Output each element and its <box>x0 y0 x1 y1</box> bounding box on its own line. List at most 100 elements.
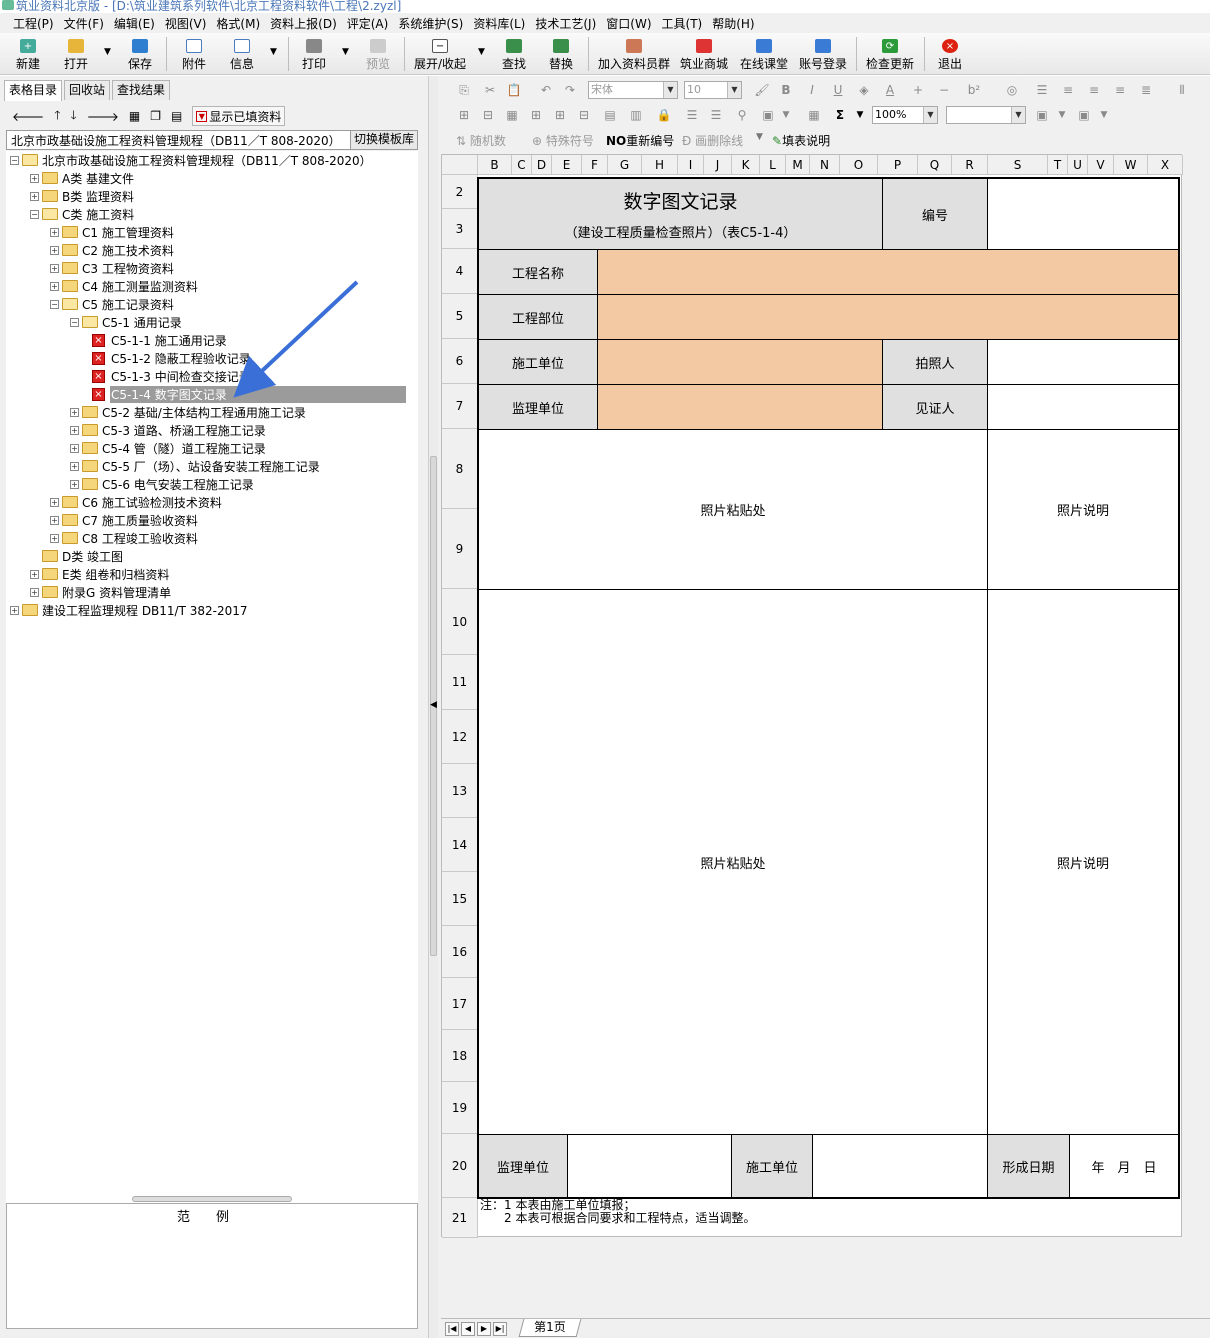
menu-project[interactable]: 工程(P) <box>8 15 59 32</box>
photo-area-1[interactable]: 照片粘贴处 <box>478 429 988 590</box>
calc-icon[interactable]: ▦ <box>806 107 822 123</box>
photographer-input[interactable] <box>987 339 1179 385</box>
menu-view[interactable]: 视图(V) <box>160 15 212 32</box>
column-header[interactable]: V <box>1088 155 1114 175</box>
collapse-toggle-icon[interactable]: − <box>30 209 39 219</box>
column-header[interactable]: L <box>760 155 786 175</box>
construction-unit-input[interactable] <box>597 339 883 385</box>
sheet-tab-page-1[interactable]: 第1页 <box>518 1319 582 1337</box>
menu-tools[interactable]: 工具(T) <box>657 15 708 32</box>
strike-dropdown-icon[interactable]: ▼ <box>756 132 763 142</box>
fill-icon[interactable]: ▤ <box>602 107 618 123</box>
row-header[interactable]: 17 <box>442 978 478 1030</box>
tree-leaf-item[interactable]: × C5-1-2 隐蔽工程验收记录 <box>90 349 252 367</box>
info-dropdown-arrow[interactable]: ▼ <box>270 47 277 57</box>
row-header[interactable]: 15 <box>442 872 478 926</box>
prev-sheet-icon[interactable]: ◀ <box>461 1322 475 1336</box>
find-button[interactable]: 查找 <box>502 36 526 72</box>
tree-leaf-item[interactable]: × C5-1-3 中间检查交接记录 <box>90 367 252 385</box>
column-header[interactable]: I <box>678 155 704 175</box>
expand-toggle-icon[interactable]: + <box>70 407 79 417</box>
border-icon[interactable]: ▣ <box>1034 107 1050 123</box>
format-cell-icon[interactable]: ▥ <box>628 107 644 123</box>
row-header[interactable]: 2 <box>442 175 478 209</box>
expand-toggle-icon[interactable]: + <box>50 245 59 255</box>
supervision-unit-input[interactable] <box>597 384 883 430</box>
column-header[interactable]: R <box>952 155 988 175</box>
photo-area-2[interactable]: 照片粘贴处 <box>478 589 988 1135</box>
column-header[interactable]: H <box>642 155 678 175</box>
tree-folder-item[interactable]: + C6 施工试验检测技术资料 <box>50 493 223 511</box>
brush-icon[interactable]: 🖌 <box>754 82 770 98</box>
column-header[interactable]: O <box>840 155 878 175</box>
collapse-left-icon[interactable]: ◀ <box>430 700 437 710</box>
menu-tech[interactable]: 技术工艺(J) <box>530 15 601 32</box>
renumber-button[interactable]: NO重新编号 <box>606 132 674 149</box>
arrow-up-icon[interactable]: 🡑 <box>54 106 60 127</box>
row-header[interactable]: 12 <box>442 710 478 764</box>
column-header[interactable]: U <box>1068 155 1088 175</box>
row-header[interactable]: 8 <box>442 429 478 509</box>
expand-toggle-icon[interactable]: + <box>50 263 59 273</box>
tree-folder-item[interactable]: D类 竣工图 <box>30 547 124 565</box>
next-sheet-icon[interactable]: ▶ <box>477 1322 491 1336</box>
footer-supervision-input[interactable] <box>567 1134 732 1198</box>
subscript-icon[interactable]: − <box>936 82 952 98</box>
copy-table-icon[interactable]: ❐ <box>150 109 161 123</box>
expand-toggle-icon[interactable]: + <box>70 479 79 489</box>
line-spacing-icon[interactable]: ☰ <box>684 107 700 123</box>
copy-icon[interactable]: ⎘ <box>456 82 472 98</box>
row-header[interactable]: 7 <box>442 384 478 429</box>
columns-icon[interactable]: ⦀ <box>1174 82 1190 98</box>
tree-folder-item[interactable]: + 附录G 资料管理清单 <box>30 583 172 601</box>
row-header[interactable]: 16 <box>442 926 478 978</box>
merge-icon[interactable]: ⊞ <box>456 107 472 123</box>
column-header[interactable]: M <box>786 155 810 175</box>
column-header[interactable]: F <box>582 155 608 175</box>
split-icon[interactable]: ⊟ <box>480 107 496 123</box>
tree-folder-item[interactable]: + C5-3 道路、桥涵工程施工记录 <box>70 421 267 439</box>
strikethrough-button[interactable]: Ð 画删除线 <box>682 132 743 149</box>
login-button[interactable]: 账号登录 <box>799 36 847 72</box>
tree-folder-item[interactable]: − 北京市政基础设施工程资料管理规程（DB11／T 808-2020） <box>10 151 373 169</box>
align-right-icon[interactable]: ≡ <box>1112 82 1128 98</box>
join-group-button[interactable]: 加入资料员群 <box>598 36 670 72</box>
tree-folder-item[interactable]: − C5 施工记录资料 <box>50 295 175 313</box>
menu-format[interactable]: 格式(M) <box>211 15 265 32</box>
footer-construction-input[interactable] <box>812 1134 988 1198</box>
row-header[interactable]: 3 <box>442 209 478 249</box>
fill-help-button[interactable]: ✎填表说明 <box>772 132 830 149</box>
column-header[interactable]: J <box>704 155 732 175</box>
row-header[interactable]: 20 <box>442 1134 478 1198</box>
info-button[interactable]: 信息 <box>230 36 254 72</box>
row-header[interactable]: 21 <box>442 1198 478 1238</box>
expand-toggle-icon[interactable]: + <box>70 443 79 453</box>
border2-icon[interactable]: ▣ <box>1076 107 1092 123</box>
menu-maintenance[interactable]: 系统维护(S) <box>393 15 468 32</box>
column-header[interactable]: C <box>512 155 532 175</box>
print-dropdown-arrow[interactable]: ▼ <box>342 47 349 57</box>
column-header[interactable]: P <box>878 155 918 175</box>
tree-leaf-item[interactable]: × C5-1-1 施工通用记录 <box>90 331 228 349</box>
bold-icon[interactable]: B <box>778 82 794 98</box>
font-size-combo[interactable]: 10 ▼ <box>684 81 742 99</box>
number-input-cell[interactable] <box>987 178 1179 250</box>
expand-toggle-icon[interactable]: + <box>10 605 19 615</box>
tree-folder-item[interactable]: + E类 组卷和归档资料 <box>30 565 170 583</box>
line-style-combo[interactable]: ▼ <box>946 106 1026 124</box>
tree-folder-item[interactable]: + C5-6 电气安装工程施工记录 <box>70 475 255 493</box>
witness-input[interactable] <box>987 384 1179 430</box>
collapse-toggle-icon[interactable]: − <box>50 299 59 309</box>
undo-icon[interactable]: ↶ <box>538 82 554 98</box>
tree-folder-item[interactable]: + C3 工程物资资料 <box>50 259 175 277</box>
delete-row-icon[interactable]: ⊟ <box>576 107 592 123</box>
expand-toggle-icon[interactable]: + <box>50 497 59 507</box>
pane-splitter[interactable]: ◀ <box>428 76 438 1338</box>
expand-toggle-icon[interactable]: + <box>50 533 59 543</box>
row-header[interactable]: 13 <box>442 764 478 818</box>
switch-template-button[interactable]: 切换模板库 <box>349 131 417 149</box>
insert-row-icon[interactable]: ⊞ <box>528 107 544 123</box>
exit-button[interactable]: × 退出 <box>938 36 962 72</box>
tree-folder-item[interactable]: + C8 工程竣工验收资料 <box>50 529 199 547</box>
table-props-icon[interactable]: ▤ <box>171 109 182 123</box>
